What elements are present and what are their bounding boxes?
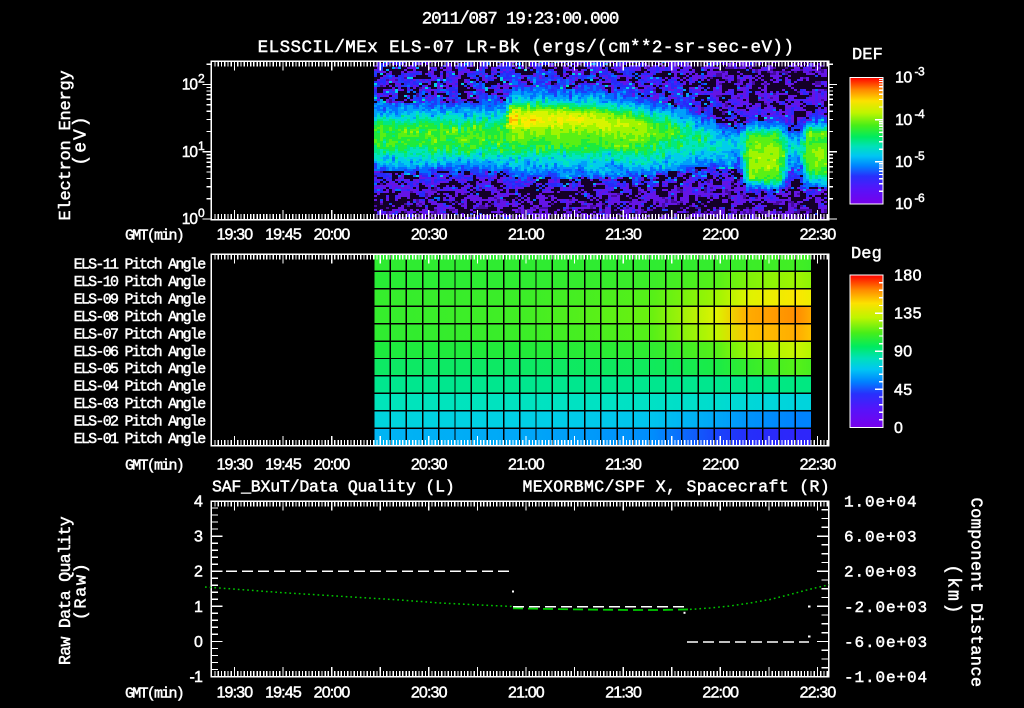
svg-text:0: 0 bbox=[894, 420, 903, 437]
svg-text:ELSSCIL/MEx ELS-07 LR-Bk (erg: ELSSCIL/MEx ELS-07 LR-Bk (ergs/(cm**2-sr… bbox=[258, 38, 795, 58]
svg-text:0: 0 bbox=[198, 206, 205, 220]
svg-text:-1.0e+04: -1.0e+04 bbox=[844, 669, 928, 687]
svg-text:10: 10 bbox=[182, 144, 199, 161]
svg-text:ELS-10 Pitch Angle: ELS-10 Pitch Angle bbox=[74, 274, 207, 291]
svg-text:ELS-09 Pitch Angle: ELS-09 Pitch Angle bbox=[74, 292, 207, 309]
svg-text:21:00: 21:00 bbox=[508, 457, 545, 474]
svg-text:-6: -6 bbox=[915, 191, 925, 205]
svg-text:20:30: 20:30 bbox=[411, 227, 448, 244]
svg-text:10: 10 bbox=[895, 112, 912, 129]
svg-text:10: 10 bbox=[895, 196, 912, 213]
svg-text:ELS-02 Pitch Angle: ELS-02 Pitch Angle bbox=[74, 413, 207, 430]
svg-text:22:00: 22:00 bbox=[702, 457, 739, 474]
svg-text:135: 135 bbox=[894, 306, 922, 323]
svg-text:Component Distance: Component Distance bbox=[966, 498, 985, 688]
svg-text:21:30: 21:30 bbox=[605, 457, 642, 474]
svg-text:2: 2 bbox=[198, 72, 205, 86]
svg-text:1: 1 bbox=[194, 599, 203, 616]
svg-text:20:00: 20:00 bbox=[314, 227, 351, 244]
svg-text:ELS-03 Pitch Angle: ELS-03 Pitch Angle bbox=[74, 396, 207, 413]
svg-text:19:30: 19:30 bbox=[216, 685, 253, 702]
svg-text:19:45: 19:45 bbox=[265, 227, 302, 244]
svg-text:19:30: 19:30 bbox=[216, 457, 253, 474]
svg-text:ELS-01 Pitch Angle: ELS-01 Pitch Angle bbox=[74, 431, 207, 448]
svg-text:19:30: 19:30 bbox=[216, 227, 253, 244]
svg-text:10: 10 bbox=[895, 70, 912, 87]
svg-text:GMT(min): GMT(min) bbox=[125, 458, 183, 475]
svg-text:ELS-06 Pitch Angle: ELS-06 Pitch Angle bbox=[74, 344, 207, 361]
svg-text:0: 0 bbox=[194, 634, 203, 651]
svg-text:-2.0e+03: -2.0e+03 bbox=[844, 599, 928, 617]
svg-text:10: 10 bbox=[182, 211, 199, 228]
svg-text:(eV): (eV) bbox=[72, 114, 92, 165]
svg-text:2.0e+03: 2.0e+03 bbox=[844, 564, 918, 582]
svg-text:1: 1 bbox=[198, 139, 205, 153]
svg-text:22:00: 22:00 bbox=[702, 227, 739, 244]
svg-text:ELS-05 Pitch Angle: ELS-05 Pitch Angle bbox=[74, 361, 207, 378]
svg-text:-4: -4 bbox=[915, 107, 925, 121]
svg-text:6.0e+03: 6.0e+03 bbox=[844, 529, 918, 547]
svg-text:20:00: 20:00 bbox=[314, 685, 351, 702]
svg-text:(Raw): (Raw) bbox=[73, 562, 92, 621]
svg-text:90: 90 bbox=[894, 344, 913, 361]
svg-text:21:30: 21:30 bbox=[605, 227, 642, 244]
svg-text:180: 180 bbox=[894, 268, 922, 285]
svg-text:2011/087 19:23:00.000: 2011/087 19:23:00.000 bbox=[422, 10, 619, 30]
svg-text:45: 45 bbox=[894, 382, 913, 399]
svg-text:20:00: 20:00 bbox=[314, 457, 351, 474]
svg-text:10: 10 bbox=[895, 154, 912, 171]
svg-text:4: 4 bbox=[194, 494, 203, 511]
svg-text:-6.0e+03: -6.0e+03 bbox=[844, 634, 928, 652]
svg-text:22:30: 22:30 bbox=[800, 227, 837, 244]
svg-text:-3: -3 bbox=[915, 65, 925, 79]
svg-text:ELS-04 Pitch Angle: ELS-04 Pitch Angle bbox=[74, 379, 207, 396]
svg-text:SAF_BXuT/Data Quality (L): SAF_BXuT/Data Quality (L) bbox=[212, 478, 455, 497]
svg-text:GMT(min): GMT(min) bbox=[125, 686, 183, 703]
svg-text:22:30: 22:30 bbox=[800, 457, 837, 474]
svg-text:2: 2 bbox=[194, 564, 203, 581]
svg-text:21:00: 21:00 bbox=[508, 685, 545, 702]
svg-text:ELS-11 Pitch Angle: ELS-11 Pitch Angle bbox=[74, 257, 207, 274]
svg-text:ELS-07 Pitch Angle: ELS-07 Pitch Angle bbox=[74, 326, 207, 343]
svg-text:MEXORBMC/SPF X, Spacecraft (R): MEXORBMC/SPF X, Spacecraft (R) bbox=[522, 478, 830, 497]
svg-text:1.0e+04: 1.0e+04 bbox=[844, 494, 918, 512]
svg-text:22:30: 22:30 bbox=[800, 685, 837, 702]
svg-text:Deg: Deg bbox=[851, 245, 882, 264]
svg-text:21:00: 21:00 bbox=[508, 227, 545, 244]
svg-text:3: 3 bbox=[194, 529, 203, 546]
svg-text:22:00: 22:00 bbox=[702, 685, 739, 702]
svg-text:19:45: 19:45 bbox=[265, 685, 302, 702]
svg-text:19:45: 19:45 bbox=[265, 457, 302, 474]
svg-text:20:30: 20:30 bbox=[411, 457, 448, 474]
svg-text:GMT(min): GMT(min) bbox=[125, 228, 183, 245]
svg-text:(km): (km) bbox=[943, 564, 963, 615]
svg-text:-5: -5 bbox=[915, 149, 925, 163]
svg-text:21:30: 21:30 bbox=[605, 685, 642, 702]
svg-text:ELS-08 Pitch Angle: ELS-08 Pitch Angle bbox=[74, 309, 207, 326]
svg-text:-1: -1 bbox=[189, 669, 202, 686]
svg-text:DEF: DEF bbox=[852, 46, 883, 65]
svg-text:10: 10 bbox=[182, 77, 199, 94]
svg-text:20:30: 20:30 bbox=[411, 685, 448, 702]
